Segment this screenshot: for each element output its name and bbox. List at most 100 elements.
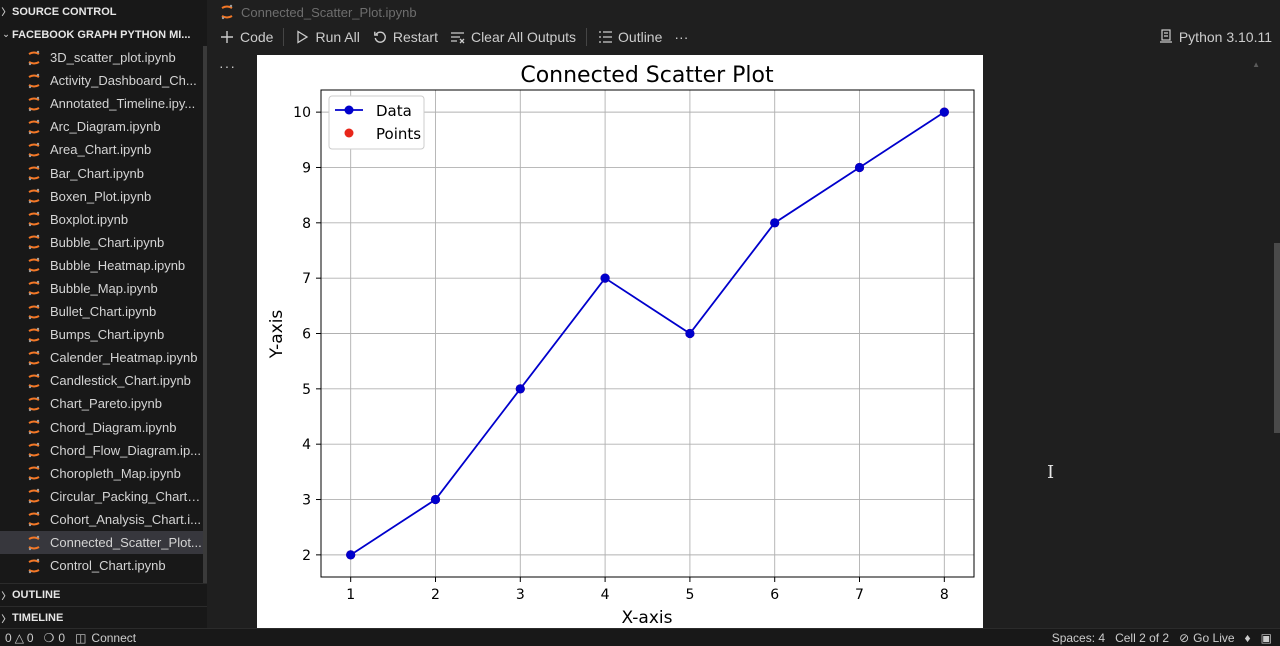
outline-button[interactable]: Outline <box>591 26 668 48</box>
x-tick-label: 2 <box>431 587 440 603</box>
file-item[interactable]: Chord_Flow_Diagram.ip... <box>0 439 203 462</box>
notebook-icon <box>28 373 40 389</box>
file-name: Annotated_Timeline.ipy... <box>50 96 196 112</box>
file-name: Chart_Pareto.ipynb <box>50 396 163 412</box>
chevron-right-icon: 〉 <box>1 613 11 624</box>
source-control-header[interactable]: 〉 SOURCE CONTROL <box>0 0 207 23</box>
kernel-picker[interactable]: Python 3.10.11 <box>1159 24 1272 50</box>
file-name: Control_Chart.ipynb <box>50 558 166 574</box>
cell-more-button[interactable]: ··· <box>219 58 236 74</box>
file-name: Arc_Diagram.ipynb <box>50 119 161 135</box>
file-item[interactable]: Control_Chart.ipynb <box>0 554 203 577</box>
file-item[interactable]: Bubble_Heatmap.ipynb <box>0 254 203 277</box>
file-name: Circular_Packing_Chart.i... <box>50 488 203 504</box>
file-item[interactable]: Bubble_Map.ipynb <box>0 277 203 300</box>
cell-indicator[interactable]: Cell 2 of 2 <box>1110 629 1174 646</box>
go-live-button[interactable]: ⊘ Go Live <box>1174 629 1239 646</box>
notebook-icon <box>28 350 40 365</box>
notebook-toolbar: Code Run All Restart Clear All Outputs O… <box>207 24 1280 50</box>
notebook-icon <box>28 281 40 296</box>
file-item[interactable]: Arc_Diagram.ipynb <box>0 115 203 138</box>
go-live-label: Go Live <box>1193 630 1235 645</box>
chart-title: Connected Scatter Plot <box>520 63 774 88</box>
notebook-icon <box>28 419 40 435</box>
chevron-right-icon: 〉 <box>1 590 11 601</box>
folder-header[interactable]: ⌄ FACEBOOK GRAPH PYTHON MI... <box>0 23 207 46</box>
list-icon <box>597 29 613 45</box>
connect-label: Connect <box>91 630 137 645</box>
chevron-right-icon: 〉 <box>1 7 11 17</box>
file-item[interactable]: Chord_Diagram.ipynb <box>0 416 203 439</box>
chart-point-blue <box>939 107 949 117</box>
ports-count: 0 <box>58 630 66 645</box>
warning-count: 0 <box>26 630 34 645</box>
y-tick-label: 3 <box>302 493 311 509</box>
notebook-icon <box>28 396 40 412</box>
file-name: Bubble_Heatmap.ipynb <box>50 257 186 273</box>
restart-button[interactable]: Restart <box>366 26 444 48</box>
chevron-down-icon: ⌄ <box>2 29 10 39</box>
restart-icon <box>372 29 388 45</box>
chart-point-blue <box>770 218 780 228</box>
x-tick-label: 8 <box>940 587 949 603</box>
file-item[interactable]: Choropleth_Map.ipynb <box>0 462 203 485</box>
kernel-icon <box>1159 28 1173 46</box>
explorer-sidebar: 〉 SOURCE CONTROL ⌄ FACEBOOK GRAPH PYTHON… <box>0 0 207 628</box>
layout-icon: ▣ <box>1260 630 1272 645</box>
tab-bar: Connected_Scatter_Plot.ipynb <box>207 0 1280 24</box>
toolbar-divider <box>586 28 588 46</box>
file-item[interactable]: Annotated_Timeline.ipy... <box>0 92 203 115</box>
notebook-icon <box>28 235 40 250</box>
file-item[interactable]: Bar_Chart.ipynb <box>0 161 203 184</box>
text-cursor-icon: I <box>1047 462 1055 483</box>
plus-icon <box>219 29 235 45</box>
more-actions-button[interactable]: ··· <box>668 26 694 48</box>
file-item[interactable]: Bubble_Chart.ipynb <box>0 231 203 254</box>
cell-output: 1 2 3 4 5 6 7 8 2 3 4 5 6 7 8 9 10 Connected Scatter Pl… <box>257 55 983 628</box>
file-item[interactable]: Boxen_Plot.ipynb <box>0 185 203 208</box>
file-name: Bumps_Chart.ipynb <box>50 327 165 343</box>
file-item[interactable]: Bumps_Chart.ipynb <box>0 323 203 346</box>
file-item[interactable]: 3D_scatter_plot.ipynb <box>0 46 203 69</box>
file-item[interactable]: Connected_Scatter_Plot... <box>0 530 203 555</box>
timeline-header[interactable]: 〉 TIMELINE <box>0 606 207 629</box>
file-item[interactable]: Cohort_Analysis_Chart.i... <box>0 508 203 531</box>
error-count: 0 <box>5 630 12 645</box>
layout-button[interactable]: ▣ <box>1256 629 1280 646</box>
add-code-cell-button[interactable]: Code <box>213 26 279 48</box>
file-item[interactable]: Calender_Heatmap.ipynb <box>0 346 203 369</box>
file-item[interactable]: Bullet_Chart.ipynb <box>0 300 203 323</box>
problems-indicator[interactable]: 0 △ 0 <box>0 629 39 646</box>
notifications-button[interactable]: ♦ <box>1240 629 1256 646</box>
notebook-icon <box>28 73 40 88</box>
connect-button[interactable]: ◫ Connect <box>70 629 141 646</box>
file-item[interactable]: Activity_Dashboard_Ch... <box>0 69 203 92</box>
tab-notebook[interactable]: Connected_Scatter_Plot.ipynb <box>241 5 417 20</box>
notebook-icon <box>221 4 233 20</box>
run-all-button[interactable]: Run All <box>288 26 365 48</box>
notebook-icon <box>28 442 40 458</box>
cell-gutter <box>207 52 257 628</box>
file-item[interactable]: Boxplot.ipynb <box>0 208 203 231</box>
file-item[interactable]: Area_Chart.ipynb <box>0 138 203 161</box>
notebook-icon <box>28 96 40 111</box>
ports-indicator[interactable]: ❍ 0 <box>39 629 70 646</box>
editor-scrollbar[interactable] <box>1274 243 1280 433</box>
scroll-up-icon[interactable]: ▲ <box>1252 60 1260 69</box>
clear-all-icon <box>450 29 466 45</box>
y-tick-label: 10 <box>293 105 311 121</box>
outline-header[interactable]: 〉 OUTLINE <box>0 583 207 606</box>
clear-outputs-button[interactable]: Clear All Outputs <box>444 26 582 48</box>
file-item[interactable]: Candlestick_Chart.ipynb <box>0 369 203 392</box>
y-axis-ticks: 2 3 4 5 6 7 8 9 10 <box>293 105 321 564</box>
y-axis-label: Y-axis <box>267 310 287 360</box>
file-item[interactable]: Chart_Pareto.ipynb <box>0 392 203 415</box>
notebook-icon <box>28 327 40 342</box>
file-name: Bullet_Chart.ipynb <box>50 304 157 320</box>
file-list: 3D_scatter_plot.ipynb Activity_Dashboard_… <box>0 46 203 577</box>
indentation-indicator[interactable]: Spaces: 4 <box>1047 629 1110 646</box>
legend-label-points: Points <box>376 125 421 143</box>
source-control-title: SOURCE CONTROL <box>12 5 117 18</box>
file-name: 3D_scatter_plot.ipynb <box>50 50 176 66</box>
file-item[interactable]: Circular_Packing_Chart.i... <box>0 485 203 508</box>
